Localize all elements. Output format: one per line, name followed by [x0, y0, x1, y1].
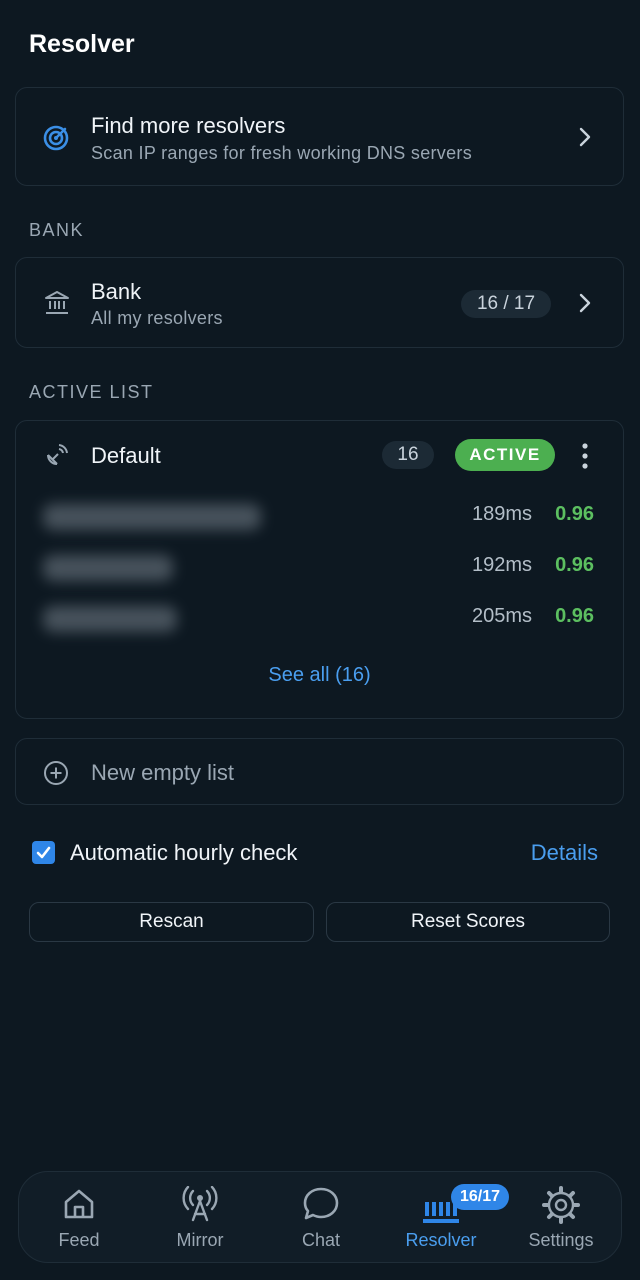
chevron-right-icon: [578, 126, 592, 153]
details-link[interactable]: Details: [531, 840, 598, 866]
resolver-latency: 205ms: [471, 605, 532, 627]
tab-settings[interactable]: Settings: [501, 1172, 621, 1264]
find-resolvers-subtitle: Scan IP ranges for fresh working DNS ser…: [91, 143, 473, 163]
auto-check-label: Automatic hourly check: [70, 840, 298, 865]
resolver-score: 0.96: [555, 605, 594, 627]
resolver-ip-redacted: [43, 555, 173, 581]
bank-subtitle: All my resolvers: [91, 308, 223, 328]
find-resolvers-title: Find more resolvers: [91, 113, 286, 138]
active-list-count-badge: 16: [382, 441, 434, 469]
active-section-label: ACTIVE LIST: [29, 382, 154, 402]
tab-label: Settings: [528, 1230, 594, 1250]
bottom-tab-bar: Feed Mirror Chat 16/17 Resolver Settings: [18, 1171, 622, 1263]
antenna-icon: [180, 1185, 220, 1227]
reset-scores-button[interactable]: Reset Scores: [326, 902, 610, 942]
radar-icon: [42, 124, 70, 157]
checkmark-icon: [36, 846, 51, 859]
bank-title: Bank: [91, 279, 142, 304]
active-list-name[interactable]: Default: [91, 443, 161, 469]
see-all-link[interactable]: See all (16): [15, 664, 624, 687]
resolver-score: 0.96: [555, 503, 594, 525]
tab-feed[interactable]: Feed: [19, 1172, 139, 1264]
resolver-latency: 192ms: [471, 554, 532, 576]
new-empty-list-label: New empty list: [91, 760, 235, 785]
resolver-latency: 189ms: [471, 503, 532, 525]
bank-icon: [44, 290, 70, 321]
tab-label: Resolver: [405, 1230, 477, 1250]
chat-bubble-icon: [302, 1186, 340, 1227]
bank-count-badge: 16 / 17: [461, 290, 551, 318]
resolver-score: 0.96: [555, 554, 594, 576]
gear-icon: [542, 1186, 580, 1229]
resolver-ip-redacted: [43, 606, 177, 632]
page-title: Resolver: [29, 30, 135, 58]
bank-card[interactable]: Bank All my resolvers 16 / 17: [15, 257, 624, 348]
tab-mirror[interactable]: Mirror: [140, 1172, 260, 1264]
resolver-row[interactable]: 205ms 0.96: [15, 600, 624, 640]
auto-check-checkbox[interactable]: [32, 841, 55, 864]
tab-chat[interactable]: Chat: [261, 1172, 381, 1264]
tab-label: Feed: [58, 1230, 100, 1250]
resolver-row[interactable]: 189ms 0.96: [15, 498, 624, 538]
tab-label: Mirror: [176, 1230, 224, 1250]
resolver-ip-redacted: [43, 504, 261, 530]
tab-resolver[interactable]: 16/17 Resolver: [381, 1172, 509, 1264]
more-options-icon[interactable]: [578, 442, 592, 475]
tab-label: Chat: [301, 1230, 341, 1250]
home-icon: [61, 1186, 97, 1227]
active-status-badge: ACTIVE: [455, 439, 555, 471]
rescan-button[interactable]: Rescan: [29, 902, 314, 942]
plus-circle-icon: [43, 760, 69, 791]
satellite-dish-icon: [43, 443, 69, 474]
bank-section-label: BANK: [29, 220, 85, 240]
resolver-row[interactable]: 192ms 0.96: [15, 549, 624, 589]
find-resolvers-card[interactable]: Find more resolvers Scan IP ranges for f…: [15, 87, 624, 186]
chevron-right-icon: [578, 292, 592, 319]
